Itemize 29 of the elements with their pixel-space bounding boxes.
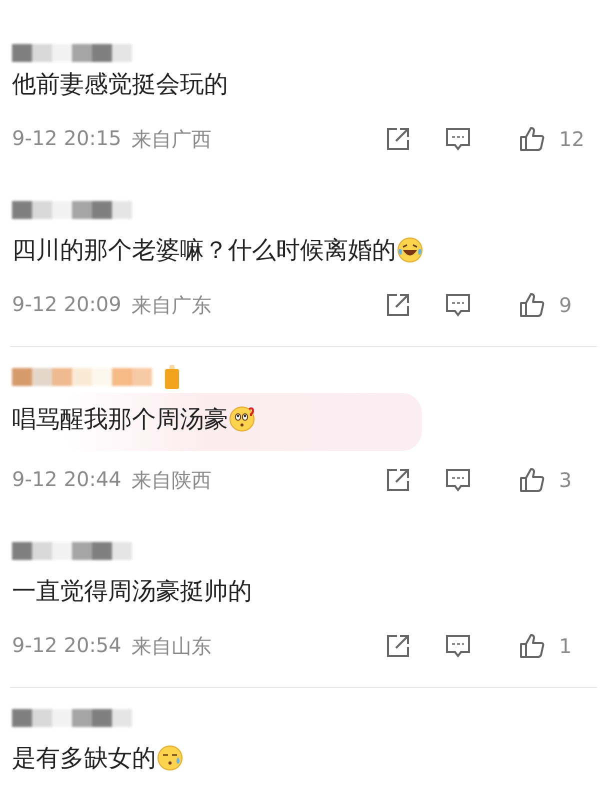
comment-text: 他前妻感觉挺会玩的 [12,69,228,100]
comment-text: 四川的那个老婆嘛？什么时候离婚的 [12,235,396,266]
share-icon[interactable] [385,467,411,493]
comment-icon[interactable] [445,633,471,659]
comment-time: 9-12 20:54 [12,632,122,658]
share-icon[interactable] [385,126,411,152]
like-count: 3 [559,468,573,492]
comment-text: 唱骂醒我那个周汤豪 [12,404,228,435]
comment-text: 是有多缺女的 [12,743,156,774]
like-count: 12 [559,127,586,151]
comment-time: 9-12 20:09 [12,292,122,318]
comment-icon[interactable] [445,292,471,318]
share-icon[interactable] [385,633,411,659]
thumbs-up-icon[interactable] [519,126,545,152]
thumbs-up-icon[interactable] [519,467,545,493]
like-count: 1 [559,634,573,658]
like-count: 9 [559,293,573,317]
thumbs-up-icon[interactable] [519,292,545,318]
comment-icon[interactable] [445,467,471,493]
share-icon[interactable] [385,292,411,318]
comment-location: 来自广东 [131,292,212,318]
comment-location: 来自广西 [131,126,212,152]
comment-location: 来自陕西 [131,466,212,494]
comment-icon[interactable] [445,126,471,152]
thumbs-up-icon[interactable] [519,633,545,659]
comment-location: 来自山东 [131,632,212,660]
comment-time: 9-12 20:44 [12,466,122,492]
comment-text: 一直觉得周汤豪挺帅的 [12,576,252,607]
comment-time: 9-12 20:15 [12,126,122,152]
